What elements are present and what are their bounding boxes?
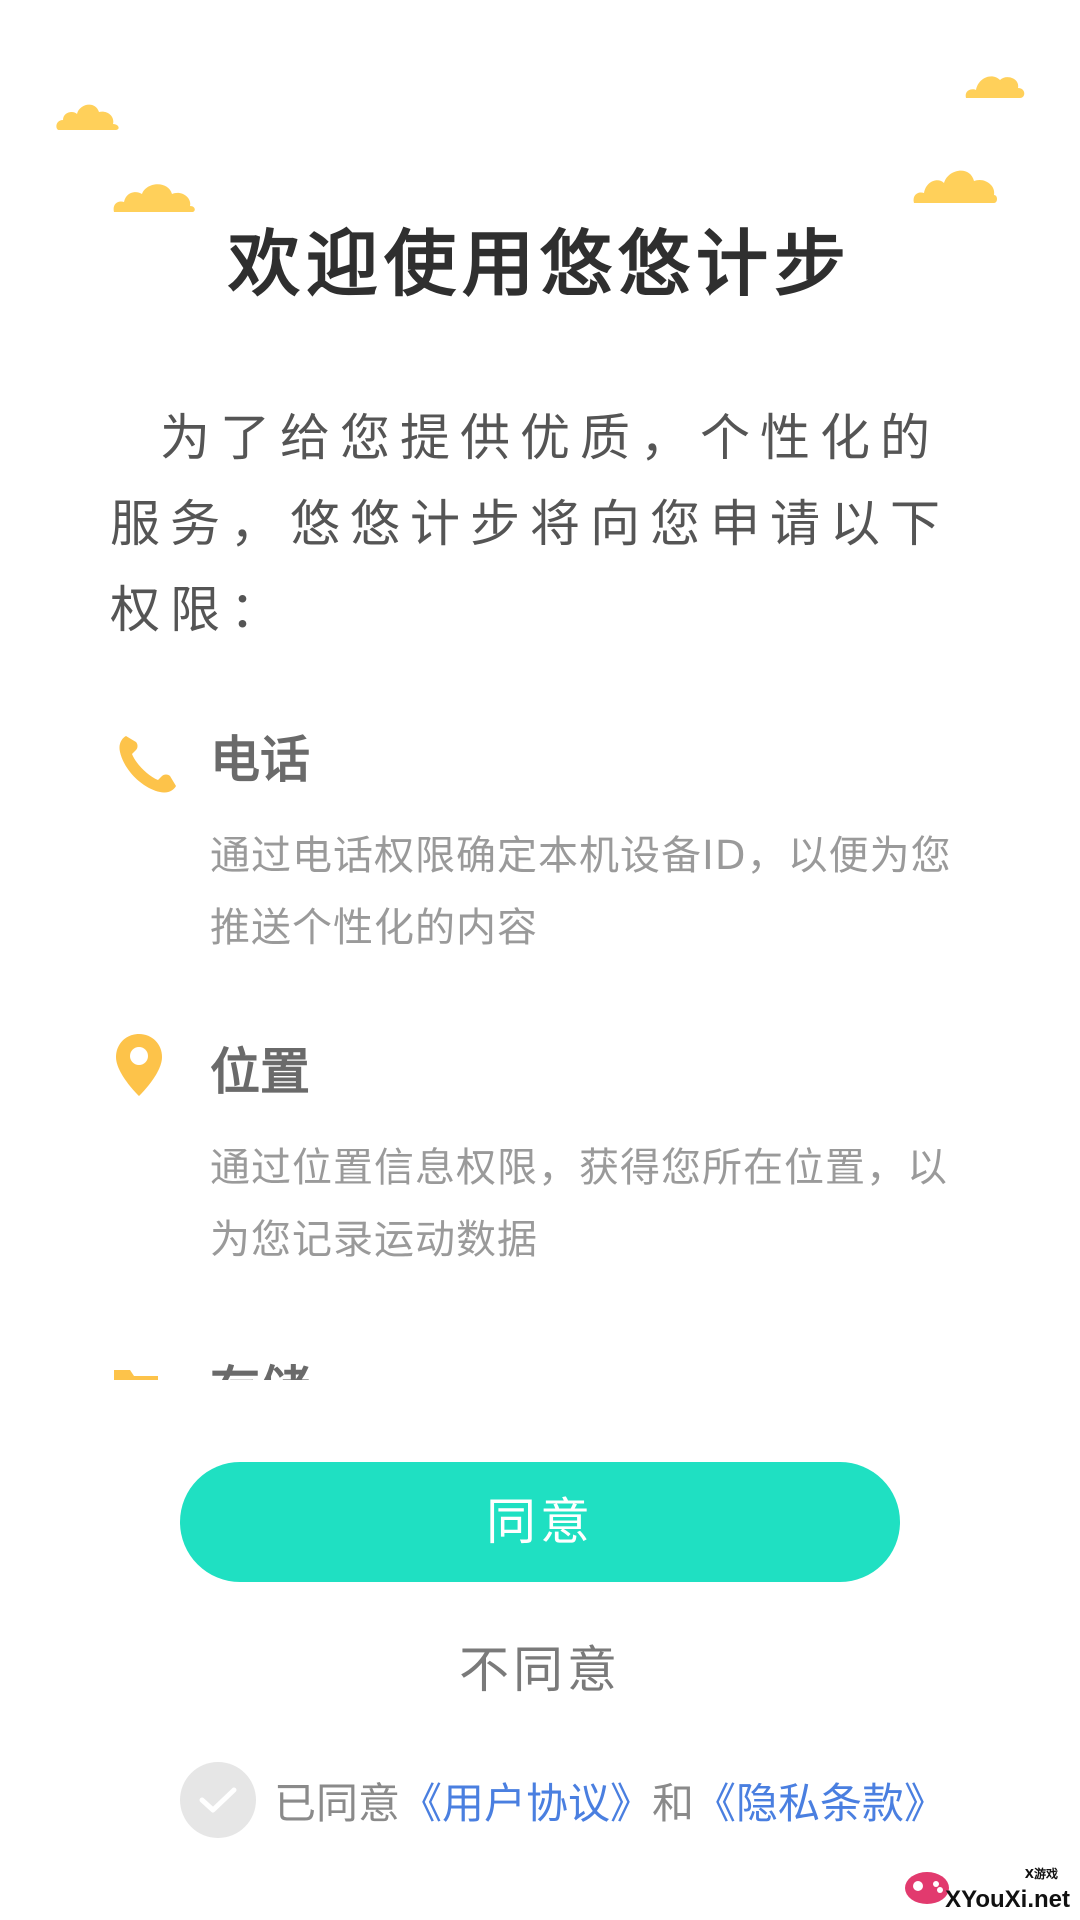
cloud-decoration-icon	[912, 163, 998, 205]
cloud-decoration-icon	[55, 98, 121, 132]
privacy-terms-link[interactable]: 《隐私条款》	[694, 1770, 946, 1831]
agree-button[interactable]: 同意	[180, 1462, 900, 1582]
cloud-decoration-icon	[964, 68, 1026, 100]
permission-list: 电话 通过电话权限确定本机设备ID，以便为您推送个性化的内容 位置 通过位置信息…	[0, 720, 1080, 1380]
page-title: 欢迎使用悠悠计步	[227, 222, 852, 306]
phone-icon	[112, 730, 182, 800]
consent-and: 和	[652, 1778, 695, 1828]
consent-prefix: 已同意	[274, 1778, 401, 1828]
permission-description: 通过电话权限确定本机设备ID，以便为您推送个性化的内容	[210, 833, 952, 951]
watermark-small-text: X游戏	[1024, 1867, 1058, 1881]
folder-icon	[112, 1364, 182, 1380]
permission-description: 通过位置信息权限，获得您所在位置，以为您记录运动数据	[210, 1145, 948, 1263]
intro-text: 为了给您提供优质，个性化的服务，悠悠计步将向您申请以下权限：	[110, 409, 950, 639]
permission-title: 位置	[210, 1043, 310, 1101]
consent-checkbox[interactable]	[180, 1762, 256, 1838]
watermark-text: XYouXi.net	[945, 1886, 1070, 1913]
location-pin-icon	[114, 1032, 184, 1102]
permission-page: 欢迎使用悠悠计步 为了给您提供优质，个性化的服务，悠悠计步将向您申请以下权限： …	[0, 0, 1080, 1920]
user-agreement-link[interactable]: 《用户协议》	[400, 1770, 652, 1831]
permission-title: 存储	[210, 1350, 310, 1380]
permission-title: 电话	[210, 731, 310, 789]
disagree-button[interactable]: 不同意	[340, 1630, 740, 1710]
check-icon	[199, 1787, 237, 1813]
consent-row: 已同意 《用户协议》 和 《隐私条款》	[180, 1762, 946, 1838]
